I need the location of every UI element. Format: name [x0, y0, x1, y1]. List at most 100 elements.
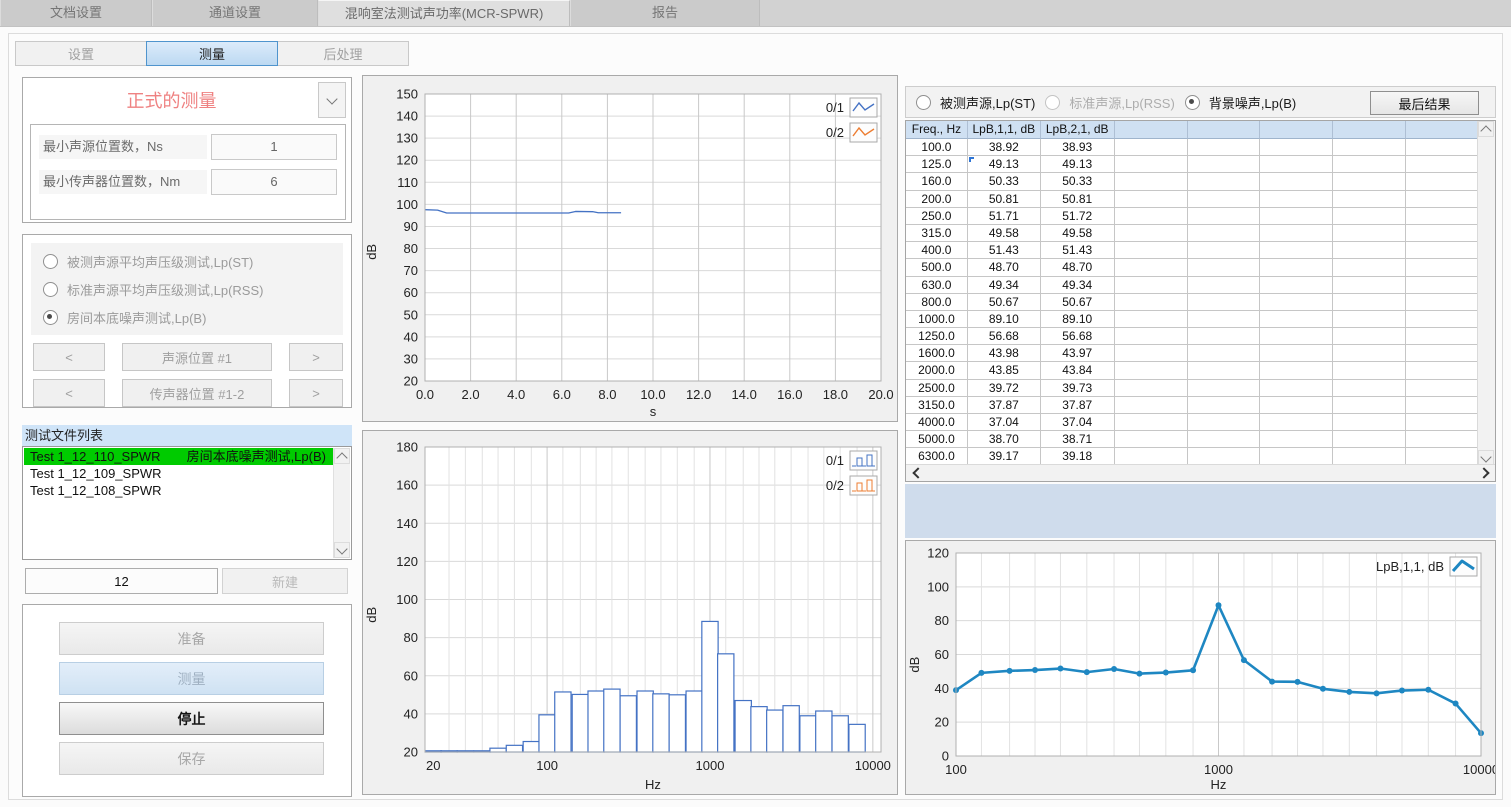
table-row[interactable]: 2500.039.7239.73: [906, 380, 1479, 397]
mic-position-button[interactable]: 传声器位置 #1-2: [122, 379, 272, 407]
next-button[interactable]: >: [289, 379, 343, 407]
scroll-up-button[interactable]: [334, 448, 350, 464]
results-source-option-1[interactable]: 被测声源,Lp(ST): [916, 93, 1035, 112]
table-cell: 100.0: [906, 139, 968, 156]
file-list-scrollbar[interactable]: [333, 448, 350, 558]
list-item[interactable]: Test 1_12_108_SPWR: [24, 482, 334, 499]
file-count-button[interactable]: 12: [25, 568, 218, 594]
test-type-option-3[interactable]: 房间本底噪声测试,Lp(B): [43, 308, 343, 327]
radio-icon: [43, 282, 58, 297]
list-item[interactable]: Test 1_12_109_SPWR: [24, 465, 334, 482]
table-cell: [1260, 431, 1333, 448]
field-value-input[interactable]: 1: [211, 134, 337, 160]
test-type-option-2[interactable]: 标准声源平均声压级测试,Lp(RSS): [43, 280, 343, 299]
table-cell: 48.70: [968, 259, 1041, 276]
results-source-option-3[interactable]: 背景噪声,Lp(B): [1185, 93, 1296, 112]
table-cell: 160.0: [906, 173, 968, 190]
table-row[interactable]: 100.038.9238.93: [906, 139, 1479, 156]
stop-button[interactable]: 停止: [59, 702, 324, 735]
table-cell: [1406, 259, 1479, 276]
table-cell: [1260, 242, 1333, 259]
scroll-right-button[interactable]: [1477, 465, 1493, 480]
measurement-mode-dropdown[interactable]: 正式的测量: [25, 80, 349, 120]
svg-text:70: 70: [404, 263, 418, 278]
table-cell: 50.81: [968, 191, 1041, 208]
table-row[interactable]: 6300.039.1739.18: [906, 448, 1479, 465]
scroll-down-button[interactable]: [334, 542, 350, 558]
tab-2[interactable]: 通道设置: [152, 0, 318, 26]
measure-button[interactable]: 测量: [59, 662, 324, 695]
table-cell: [1260, 414, 1333, 431]
prepare-button[interactable]: 准备: [59, 622, 324, 655]
file-list-title: 测试文件列表: [22, 425, 352, 446]
table-row[interactable]: 500.048.7048.70: [906, 259, 1479, 276]
scroll-up-button[interactable]: [1478, 121, 1494, 137]
svg-text:60: 60: [404, 668, 418, 683]
subtab-1[interactable]: 设置: [15, 41, 147, 66]
table-row[interactable]: 4000.037.0437.04: [906, 414, 1479, 431]
subtab-2[interactable]: 测量: [146, 41, 278, 66]
table-row[interactable]: 200.050.8150.81: [906, 191, 1479, 208]
table-row[interactable]: 125.049.1349.13: [906, 156, 1479, 173]
save-button[interactable]: 保存: [59, 742, 324, 775]
list-item[interactable]: Test 1_12_110_SPWR房间本底噪声测试,Lp(B): [24, 448, 334, 465]
table-cell: [1333, 277, 1406, 294]
table-row[interactable]: 315.049.5849.58: [906, 225, 1479, 242]
table-vertical-scrollbar[interactable]: [1477, 121, 1495, 466]
test-type-option-1[interactable]: 被测声源平均声压级测试,Lp(ST): [43, 252, 343, 271]
table-row[interactable]: 5000.038.7038.71: [906, 431, 1479, 448]
table-cell: [1115, 259, 1188, 276]
table-cell: [1260, 362, 1333, 379]
table-row[interactable]: 160.050.3350.33: [906, 173, 1479, 190]
subtab-3[interactable]: 后处理: [277, 41, 409, 66]
table-cell: [1115, 431, 1188, 448]
table-cell: [1260, 191, 1333, 208]
table-cell: 250.0: [906, 208, 968, 225]
spectrum-chart-panel: 2040608010012014016018020100100010000Hzd…: [362, 430, 898, 795]
table-cell: [1260, 225, 1333, 242]
new-file-button[interactable]: 新建: [222, 568, 348, 594]
table-cell: 50.81: [1041, 191, 1115, 208]
field-value-input[interactable]: 6: [211, 169, 337, 195]
next-button[interactable]: >: [289, 343, 343, 371]
table-cell: [1115, 294, 1188, 311]
tab-4[interactable]: 报告: [570, 0, 760, 26]
svg-text:60: 60: [404, 285, 418, 300]
radio-label: 房间本底噪声测试,Lp(B): [67, 308, 206, 327]
table-row[interactable]: 1600.043.9843.97: [906, 345, 1479, 362]
table-row[interactable]: 1250.056.6856.68: [906, 328, 1479, 345]
table-row[interactable]: 250.051.7151.72: [906, 208, 1479, 225]
table-header-row: Freq., HzLpB,1,1, dBLpB,2,1, dB: [906, 121, 1479, 139]
svg-text:90: 90: [404, 219, 418, 234]
radio-icon: [43, 310, 58, 325]
table-row[interactable]: 630.049.3449.34: [906, 277, 1479, 294]
dropdown-button[interactable]: [318, 82, 346, 118]
table-row[interactable]: 400.051.4351.43: [906, 242, 1479, 259]
source-position-button[interactable]: 声源位置 #1: [122, 343, 272, 371]
table-row[interactable]: 2000.043.8543.84: [906, 362, 1479, 379]
svg-text:0.0: 0.0: [416, 387, 434, 402]
svg-text:12.0: 12.0: [686, 387, 711, 402]
table-cell: 37.04: [1041, 414, 1115, 431]
table-row[interactable]: 3150.037.8737.87: [906, 397, 1479, 414]
prev-button[interactable]: <: [33, 379, 105, 407]
table-horizontal-scrollbar[interactable]: [906, 464, 1495, 481]
result-chart-panel: 020406080100120100100010000HzdBLpB,1,1, …: [905, 540, 1496, 795]
table-cell: 4000.0: [906, 414, 968, 431]
table-cell: [1406, 208, 1479, 225]
table-cell: 1000.0: [906, 311, 968, 328]
table-cell: [1115, 277, 1188, 294]
table-cell: 39.72: [968, 380, 1041, 397]
scroll-left-button[interactable]: [908, 465, 924, 480]
radio-icon: [916, 95, 931, 110]
final-results-button[interactable]: 最后结果: [1370, 91, 1479, 115]
prev-button[interactable]: <: [33, 343, 105, 371]
table-cell: 39.18: [1041, 448, 1115, 465]
table-cell: [1188, 448, 1261, 465]
time-history-chart: 20304050607080901001101201301401500.02.0…: [363, 76, 897, 421]
table-row[interactable]: 1000.089.1089.10: [906, 311, 1479, 328]
tab-1[interactable]: 文档设置: [0, 0, 152, 26]
svg-text:100: 100: [396, 197, 418, 212]
table-row[interactable]: 800.050.6750.67: [906, 294, 1479, 311]
tab-3[interactable]: 混响室法测试声功率(MCR-SPWR): [318, 0, 570, 26]
